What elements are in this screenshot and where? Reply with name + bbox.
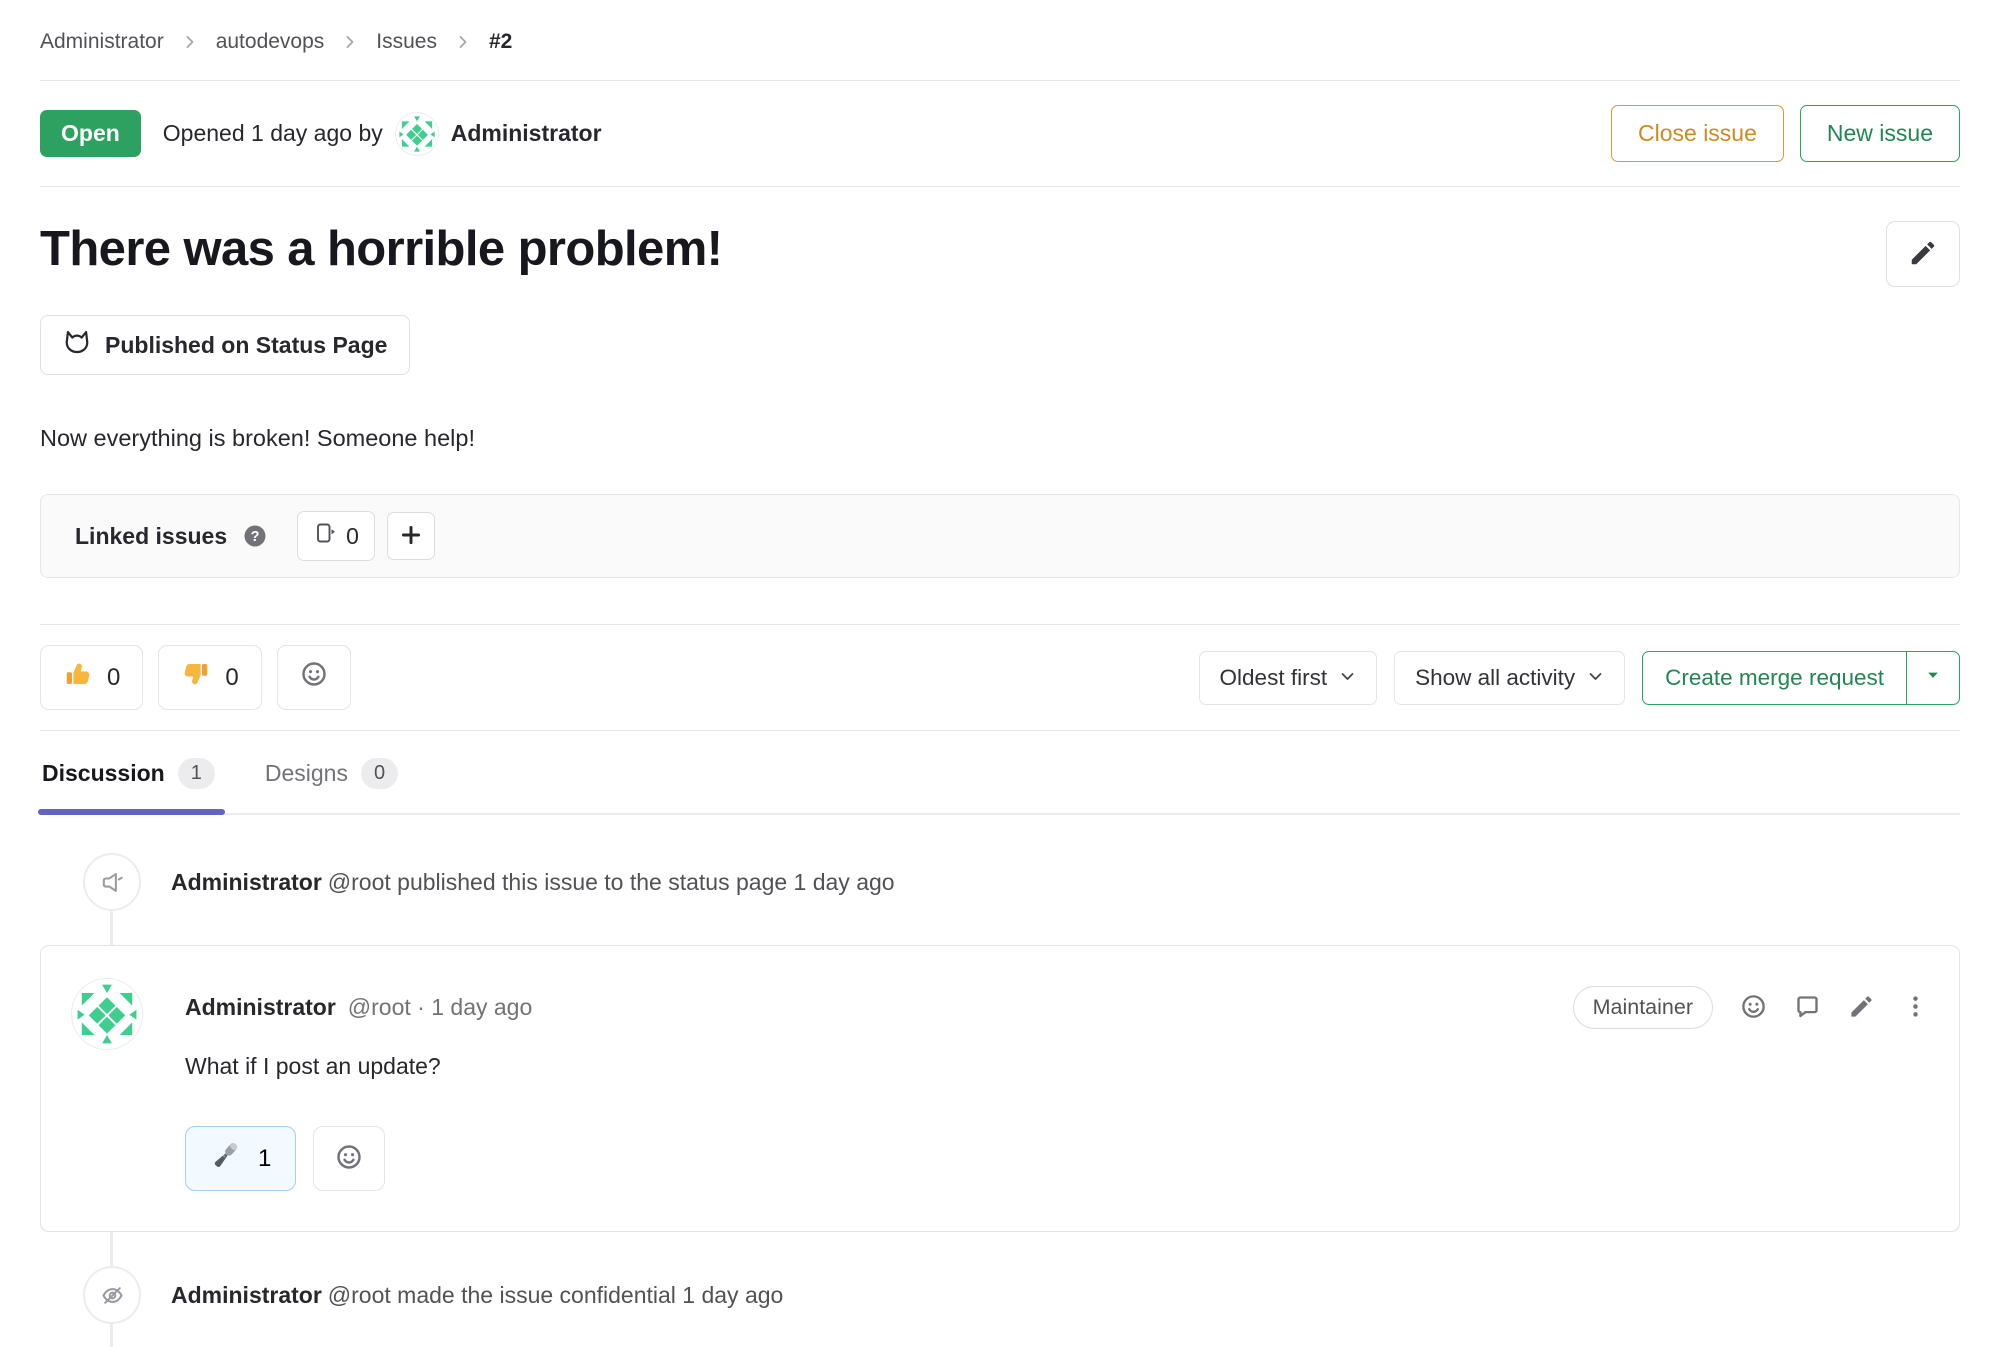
avatar[interactable] — [395, 112, 439, 156]
linked-issues-count-badge[interactable]: 0 — [297, 511, 375, 561]
eye-slash-icon — [83, 1266, 141, 1324]
tab-designs-count: 0 — [361, 758, 398, 789]
comment-card: Administrator @root · 1 day ago Maintain… — [40, 945, 1960, 1232]
create-merge-request-button[interactable]: Create merge request — [1643, 652, 1906, 704]
add-linked-issue-button[interactable] — [387, 512, 435, 560]
page-title: There was a horrible problem! — [40, 221, 722, 277]
comment-bubble-icon — [1794, 993, 1821, 1023]
comment-actions: Maintainer — [1573, 986, 1929, 1029]
microphone-award-count: 1 — [258, 1145, 271, 1173]
discussion-filters: Oldest first Show all activity Create me… — [1199, 651, 1960, 705]
edit-comment-button[interactable] — [1848, 993, 1875, 1023]
maintainer-badge: Maintainer — [1573, 986, 1713, 1029]
close-issue-button[interactable]: Close issue — [1611, 105, 1784, 162]
issue-status-bar: Open Opened 1 day ago by Administrator C… — [40, 81, 1960, 187]
sort-dropdown[interactable]: Oldest first — [1199, 651, 1378, 705]
comment-body: What if I post an update? — [185, 1053, 1929, 1080]
chevron-down-icon — [1587, 665, 1604, 691]
create-merge-request-split-button: Create merge request — [1642, 651, 1960, 705]
breadcrumb-current-issue-number: #2 — [489, 30, 512, 54]
tab-discussion-count: 1 — [178, 758, 215, 789]
create-merge-request-caret-button[interactable] — [1906, 652, 1959, 704]
new-issue-button[interactable]: New issue — [1800, 105, 1960, 162]
thumbs-down-icon — [181, 659, 211, 696]
chevron-right-icon — [340, 32, 360, 52]
chevron-down-icon — [1339, 665, 1356, 691]
comment-main: Administrator @root · 1 day ago Maintain… — [185, 978, 1929, 1191]
thumbs-down-count: 0 — [225, 664, 238, 692]
system-note-body: @root made the issue confidential 1 day … — [328, 1282, 784, 1308]
status-badge: Open — [40, 110, 141, 157]
plus-icon — [398, 522, 424, 551]
linked-issues-title: Linked issues — [75, 523, 227, 550]
status-page-badge-label: Published on Status Page — [105, 332, 387, 359]
caret-down-icon — [1922, 664, 1944, 692]
opened-meta: Opened 1 day ago by Administrator — [163, 112, 602, 156]
linked-issues-count: 0 — [346, 523, 359, 550]
discussion-timeline: Administrator@root published this issue … — [40, 853, 1960, 1324]
author-link[interactable]: Administrator — [451, 120, 602, 147]
comment-meta: @root · 1 day ago — [348, 994, 532, 1021]
pencil-icon — [1908, 238, 1938, 271]
issue-description: Now everything is broken! Someone help! — [40, 425, 1960, 452]
avatar[interactable] — [71, 978, 143, 1050]
smiley-icon — [335, 1143, 363, 1174]
author-link[interactable]: Administrator — [171, 1282, 322, 1308]
discussion-tabs: Discussion 1 Designs 0 — [40, 731, 1960, 815]
thumbs-up-count: 0 — [107, 664, 120, 692]
breadcrumb-item-autodevops[interactable]: autodevops — [216, 30, 325, 54]
status-page-badge: Published on Status Page — [40, 315, 410, 375]
thumbs-down-button[interactable]: 0 — [158, 645, 261, 710]
sort-dropdown-label: Oldest first — [1220, 665, 1328, 691]
issue-icon — [313, 521, 337, 551]
tanuki-icon — [63, 328, 91, 362]
chevron-right-icon — [180, 32, 200, 52]
breadcrumb-item-issues[interactable]: Issues — [376, 30, 437, 54]
edit-title-button[interactable] — [1886, 221, 1960, 287]
add-reaction-button[interactable] — [277, 645, 351, 710]
discussion-controls-row: 0 0 Oldest first Show all activity Creat… — [40, 624, 1960, 731]
breadcrumb-item-administrator[interactable]: Administrator — [40, 30, 164, 54]
opened-text: Opened 1 day ago by — [163, 120, 383, 147]
pencil-icon — [1848, 993, 1875, 1023]
system-note-body: @root published this issue to the status… — [328, 869, 895, 895]
smiley-icon — [1740, 993, 1767, 1023]
issue-page: Administrator autodevops Issues #2 Open … — [0, 0, 2000, 1324]
tab-discussion-label: Discussion — [42, 760, 165, 787]
author-link[interactable]: Administrator — [171, 869, 322, 895]
activity-filter-label: Show all activity — [1415, 665, 1575, 691]
issue-awards: 0 0 — [40, 645, 351, 710]
kebab-icon — [1902, 993, 1929, 1023]
smiley-icon — [300, 660, 328, 695]
tab-designs[interactable]: Designs 0 — [263, 731, 400, 813]
help-icon[interactable] — [243, 524, 267, 548]
megaphone-icon — [83, 853, 141, 911]
start-thread-button[interactable] — [1794, 993, 1821, 1023]
breadcrumb: Administrator autodevops Issues #2 — [40, 0, 1960, 81]
thumbs-up-icon — [63, 659, 93, 696]
more-actions-button[interactable] — [1902, 993, 1929, 1023]
system-note-text: Administrator@root published this issue … — [171, 869, 895, 896]
microphone-icon — [210, 1139, 242, 1178]
comment-add-reaction-button[interactable] — [1740, 993, 1767, 1023]
title-row: There was a horrible problem! — [40, 221, 1960, 287]
system-note-confidential: Administrator@root made the issue confid… — [40, 1266, 1960, 1324]
comment-header: Administrator @root · 1 day ago Maintain… — [185, 978, 1929, 1029]
microphone-award-button[interactable]: 1 — [185, 1126, 296, 1191]
issue-actions: Close issue New issue — [1611, 105, 1960, 162]
thumbs-up-button[interactable]: 0 — [40, 645, 143, 710]
comment-awards: 1 — [185, 1126, 1929, 1191]
chevron-right-icon — [453, 32, 473, 52]
comment-add-award-button[interactable] — [313, 1126, 385, 1191]
linked-issues-card: Linked issues 0 — [40, 494, 1960, 578]
tab-designs-label: Designs — [265, 760, 348, 787]
activity-filter-dropdown[interactable]: Show all activity — [1394, 651, 1625, 705]
system-note-published: Administrator@root published this issue … — [40, 853, 1960, 911]
tab-discussion[interactable]: Discussion 1 — [40, 731, 217, 813]
comment-author-link[interactable]: Administrator — [185, 994, 336, 1021]
system-note-text: Administrator@root made the issue confid… — [171, 1282, 783, 1309]
